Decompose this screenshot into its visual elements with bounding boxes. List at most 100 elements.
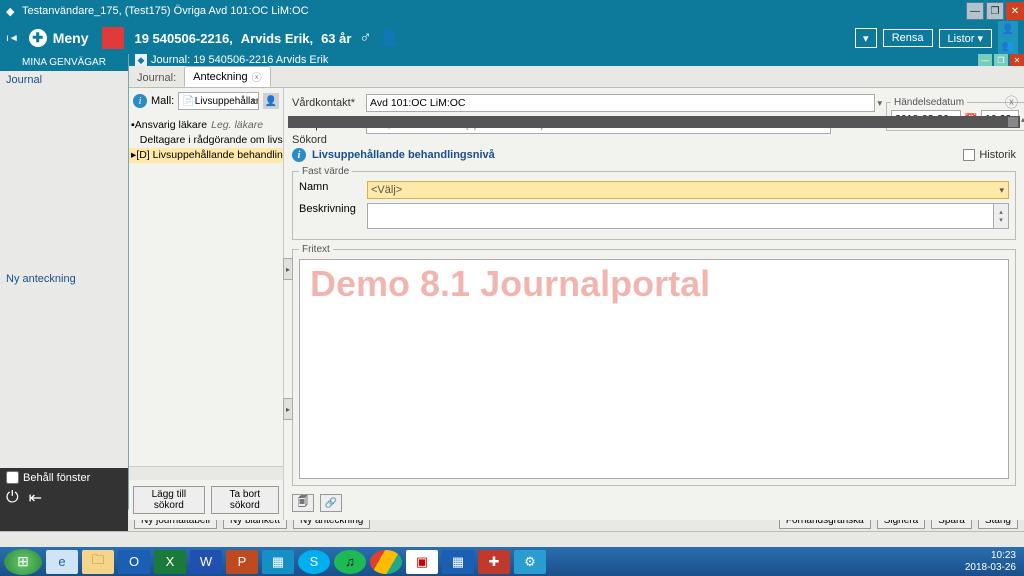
titlebar-icon: ◆ (6, 5, 18, 17)
gender-male-icon: ♂ (359, 29, 371, 47)
sokord-title: Livsuppehållande behandlingsnivå (312, 149, 495, 161)
template-select[interactable]: 📄Livsuppehållande... (178, 92, 259, 110)
tree-pane: i Mall: 📄Livsuppehållande... 👤 ▪ Ansvari… (129, 88, 284, 520)
tab-anteckning[interactable]: Anteckning ⓧ (184, 66, 270, 87)
journal-window-header: ◆ Journal: 19 540506-2216 Arvids Erik — … (129, 54, 1024, 66)
form-close-icon[interactable]: ⓧ (1005, 92, 1018, 111)
fritext-legend: Fritext (299, 244, 333, 255)
splitter-handle[interactable]: ▸ (283, 398, 293, 420)
power-icon[interactable]: ⏻ (6, 489, 19, 507)
attach-button[interactable]: 🗐 (292, 494, 314, 512)
tree-item[interactable]: Deltagare i rådgörande om livsuppeh (129, 133, 283, 148)
menu-label: Meny (53, 30, 89, 46)
taskbar-app-icon[interactable]: ⚙ (514, 550, 546, 574)
taskbar-powerpoint-icon[interactable]: P (226, 550, 258, 574)
form-pane: ⓧ ▸ ▸ Vårdkontakt ▾ Händelsedatum 📅 (284, 88, 1024, 520)
expand-icon[interactable] (1008, 117, 1018, 127)
taskbar-app-icon[interactable]: ▦ (442, 550, 474, 574)
user-panel-button[interactable]: 👤👥 (998, 21, 1018, 55)
historik-toggle[interactable]: Historik (963, 149, 1016, 161)
fast-varde-fieldset: Fast värde Namn <Välj> Beskrivning (292, 166, 1016, 240)
clear-button[interactable]: Rensa (883, 29, 933, 47)
tab-anteckning-label: Anteckning (193, 71, 247, 83)
journal-module-icon: ◆ (135, 54, 147, 66)
tab-close-icon[interactable]: ⓧ (252, 69, 262, 84)
titlebar-text: Testanvändare_175, (Test175) Övriga Avd … (22, 5, 309, 17)
person-icon: 👤 (379, 28, 399, 48)
taskbar-spotify-icon[interactable]: ♫ (334, 550, 366, 574)
left-sidebar: MINA GENVÄGAR Journal Ny anteckning Behå… (0, 54, 128, 509)
namn-label: Namn (299, 181, 363, 193)
sokord-section-label: Sökord (292, 132, 1016, 148)
tree-item-selected[interactable]: ▸ [D] Livsuppehållande behandlingsnivå (129, 148, 283, 163)
enhet-dropdown-icon[interactable]: ▾ (877, 98, 882, 109)
nav-back-icon[interactable]: ı◄ (6, 33, 19, 44)
template-select-value: Livsuppehållande... (195, 96, 259, 107)
tree-list[interactable]: ▪ Ansvarig läkare Leg. läkare Deltagare … (129, 114, 283, 466)
export-icon[interactable]: ⇤ (29, 488, 42, 508)
beskrivning-textarea[interactable] (367, 203, 1009, 229)
splitter-handle[interactable]: ▸ (283, 258, 293, 280)
window-max-button[interactable]: ❐ (986, 2, 1004, 20)
fast-varde-legend: Fast värde (299, 166, 352, 177)
journal-tabs: Journal: Anteckning ⓧ (129, 66, 1024, 88)
dropdown-toggle-button[interactable]: ▾ (855, 28, 877, 48)
taskbar-outlook-icon[interactable]: O (118, 550, 150, 574)
tray-time: 10:23 (965, 550, 1016, 562)
menu-button[interactable]: ✚ Meny (29, 29, 89, 47)
pane-max-button[interactable]: ❐ (994, 54, 1008, 66)
patient-id: 19 540506-2216, (134, 31, 232, 46)
taskbar-word-icon[interactable]: W (190, 550, 222, 574)
keep-window-checkbox[interactable] (6, 471, 19, 484)
taskbar-skype-icon[interactable]: S (298, 550, 330, 574)
keep-window-toggle[interactable]: Behåll fönster (0, 468, 128, 487)
separator-bar (288, 116, 1020, 128)
patient-name: Arvids Erik, (241, 31, 313, 46)
taskbar-app-icon[interactable]: ▦ (262, 550, 294, 574)
taskbar-explorer-icon[interactable]: 🗀 (82, 550, 114, 574)
os-taskbar: ⊞ e 🗀 O X W P ▦ S ♫ ▣ ▦ ✚ ⚙ 10:23 2018-0… (0, 547, 1024, 576)
taskbar-app-icon[interactable]: ▣ (406, 550, 438, 574)
tree-scrollbar[interactable] (129, 466, 283, 480)
remove-keyword-button[interactable]: Ta bort sökord (211, 486, 279, 514)
sidebar-header: MINA GENVÄGAR (0, 54, 128, 71)
namn-select-value: <Välj> (371, 184, 402, 196)
taskbar-chrome-icon[interactable] (370, 550, 402, 574)
os-titlebar: ◆ Testanvändare_175, (Test175) Övriga Av… (0, 0, 1024, 22)
main-pane: ◆ Journal: 19 540506-2216 Arvids Erik — … (128, 54, 1024, 509)
taskbar-excel-icon[interactable]: X (154, 550, 186, 574)
keep-window-label: Behåll fönster (23, 472, 90, 484)
journal-header-text: Journal: 19 540506-2216 Arvids Erik (151, 54, 328, 66)
lists-button[interactable]: Listor ▾ (939, 29, 992, 48)
pane-min-button[interactable]: — (978, 54, 992, 66)
window-close-button[interactable]: ✕ (1006, 2, 1024, 20)
fritext-textarea[interactable] (299, 259, 1009, 479)
taskbar-ie-icon[interactable]: e (46, 550, 78, 574)
sidebar-item-new-note[interactable]: Ny anteckning (0, 270, 128, 288)
historik-checkbox[interactable] (963, 149, 975, 161)
add-keyword-button[interactable]: Lägg till sökord (133, 486, 205, 514)
info-icon[interactable]: i (133, 94, 147, 108)
tree-item[interactable]: ▪ Ansvarig läkare Leg. läkare (129, 118, 283, 133)
plus-icon: ✚ (29, 29, 47, 47)
tray-date: 2018-03-26 (965, 562, 1016, 574)
namn-select[interactable]: <Välj> (367, 181, 1009, 199)
sidebar-item-journal[interactable]: Journal (0, 71, 128, 89)
start-button[interactable]: ⊞ (4, 549, 42, 575)
patient-age: 63 år (321, 31, 351, 46)
mall-label: Mall: (151, 95, 174, 107)
enhet-input[interactable] (366, 94, 875, 112)
historik-label: Historik (979, 149, 1016, 161)
tabs-label: Journal: (137, 72, 176, 87)
link-button[interactable]: 🔗 (320, 494, 342, 512)
taskbar-app-icon[interactable]: ✚ (478, 550, 510, 574)
user-picker-button[interactable]: 👤 (263, 93, 279, 109)
system-tray[interactable]: 10:23 2018-03-26 (965, 550, 1020, 574)
fritext-fieldset: Fritext (292, 244, 1016, 486)
info-icon[interactable]: i (292, 148, 306, 162)
beskrivning-label: Beskrivning (299, 203, 363, 215)
pane-close-button[interactable]: ✕ (1010, 54, 1024, 66)
app-toolbar: ı◄ ✚ Meny 19 540506-2216, Arvids Erik, 6… (0, 22, 1024, 54)
patient-info: 19 540506-2216, Arvids Erik, 63 år ♂ 👤 (134, 28, 399, 48)
window-min-button[interactable]: — (966, 2, 984, 20)
